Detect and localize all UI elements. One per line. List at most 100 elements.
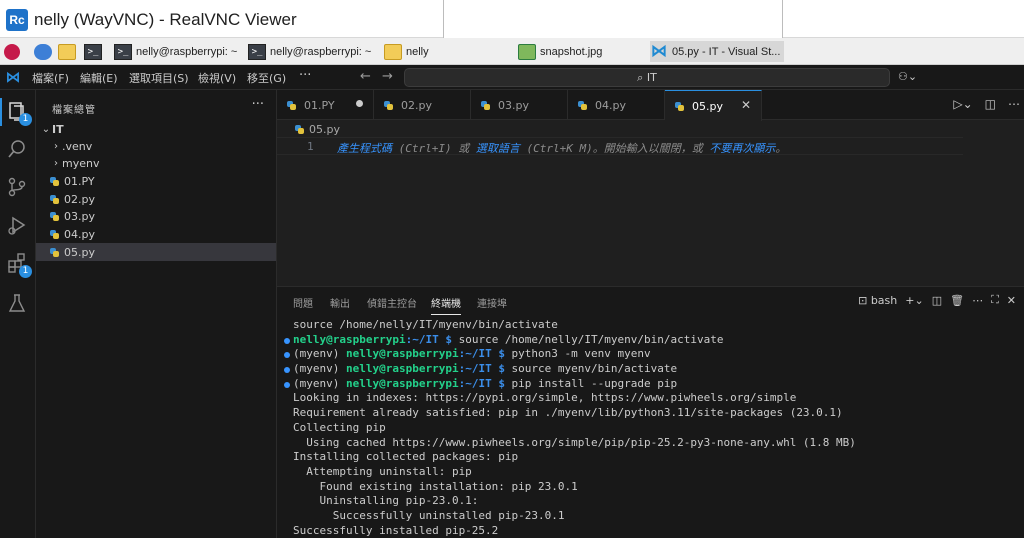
tab-04[interactable]: 04.py [568,90,665,120]
window-title: nelly (WayVNC) - RealVNC Viewer [34,10,297,29]
more-actions-icon[interactable]: ⋯ [972,294,983,307]
browser-launcher[interactable] [34,41,56,62]
unsaved-dot-icon[interactable] [356,100,363,107]
menu-selection[interactable]: 選取項目(S) [129,70,189,86]
tab-label: 04.py [595,98,626,112]
panel-tab-debug-console[interactable]: 偵錯主控台 [367,295,417,310]
close-panel-icon[interactable]: ✕ [1007,294,1016,307]
copilot-icon[interactable]: ⚇⌄ [898,70,917,83]
menu-view[interactable]: 檢視(V) [198,70,236,86]
split-terminal-icon[interactable]: ◫ [932,294,942,307]
search-label: IT [646,71,657,84]
menu-go[interactable]: 移至(G) [247,70,286,86]
back-arrow-icon[interactable]: ← [360,69,371,84]
extensions-icon[interactable]: 1 [6,252,32,278]
raspberry-menu-button[interactable] [4,41,24,62]
command-decoration-icon[interactable] [284,337,290,344]
menu-file[interactable]: 檔案(F) [32,70,69,86]
taskbar-item-vscode[interactable]: ⋈ 05.py - IT - Visual St... [650,41,785,62]
tree-file-03[interactable]: 03.py [36,207,276,225]
forward-arrow-icon[interactable]: → [382,69,393,84]
terminal-launcher[interactable]: >_ [84,41,106,62]
close-icon[interactable]: ✕ [741,98,751,112]
command-decoration-icon[interactable] [284,381,290,388]
dont-show-again-link[interactable]: 不要再次顯示 [709,142,775,155]
terminal-line: (myenv) nelly@raspberrypi:~/IT $ source … [277,362,1024,377]
tab-01[interactable]: 01.PY [277,90,374,120]
terminal-line: Successfully uninstalled pip-23.0.1 [293,508,565,522]
shell-label: bash [870,293,898,307]
python-file-icon [50,176,59,186]
python-file-icon [50,247,59,257]
terminal-icon: >_ [114,43,132,60]
breadcrumb-file: 05.py [309,123,340,136]
taskbar-item-folder[interactable]: nelly [384,41,429,62]
tree-folder-myenv[interactable]: › myenv [36,154,276,172]
python-file-icon [50,229,59,239]
taskbar-item-label: nelly [406,45,429,58]
tree-root-label: IT [52,122,64,136]
folder-icon [384,43,402,60]
active-indicator [0,98,2,126]
panel-tab-terminal[interactable]: 終端機 [431,295,461,315]
realvnc-logo-icon: Rc [6,9,28,31]
python-file-icon [50,194,59,204]
new-terminal-icon[interactable]: +⌄ [905,294,923,307]
panel-tab-ports[interactable]: 連接埠 [477,295,507,310]
panel-tab-output[interactable]: 輸出 [330,295,350,310]
maximize-panel-icon[interactable]: ⛶ [991,293,999,307]
tree-root-folder[interactable]: ⌄ IT [36,120,276,138]
taskbar-item-terminal-2[interactable]: >_ nelly@raspberrypi: ~ [248,41,371,62]
search-icon[interactable] [6,138,30,162]
panel-tab-problems[interactable]: 問題 [293,295,313,310]
tree-file-05[interactable]: 05.py [36,243,276,261]
run-file-icon[interactable]: ▷⌄ [953,97,972,111]
terminal-line: Successfully installed pip-25.2 [293,523,499,537]
select-language-link[interactable]: 選取語言 [476,142,520,155]
tab-02[interactable]: 02.py [374,90,471,120]
source-control-icon[interactable] [6,176,30,200]
vnc-toolbar-dropdown[interactable] [443,0,783,43]
command-decoration-icon[interactable] [284,352,290,359]
tree-folder-label: .venv [62,139,93,153]
command-center-search[interactable]: ⌕ IT [404,68,890,87]
command-decoration-icon[interactable] [284,367,290,374]
explorer-icon[interactable]: 1 [6,100,32,126]
sidebar-more-button[interactable]: ··· [252,97,264,112]
terminal-line: Requirement already satisfied: pip in ./… [293,406,843,420]
taskbar-item-terminal-1[interactable]: >_ nelly@raspberrypi: ~ [114,41,237,62]
file-manager-launcher[interactable] [58,41,80,62]
tree-file-04[interactable]: 04.py [36,225,276,243]
terminal-output[interactable]: source /home/nelly/IT/myenv/bin/activate… [277,318,1024,538]
chevron-right-icon: › [54,140,58,152]
breadcrumb[interactable]: 05.py [295,123,340,136]
search-icon: ⌕ [637,71,647,84]
trash-icon[interactable]: 🗑 [950,294,964,307]
sidebar-title: 檔案總管 [52,105,96,116]
taskbar-item-label: 05.py - IT - Visual St... [672,45,781,58]
terminal-line: Installing collected packages: pip [293,450,519,464]
taskbar-item-image[interactable]: snapshot.jpg [518,41,602,62]
more-actions-icon[interactable]: ⋯ [1008,97,1020,111]
split-editor-icon[interactable]: ◫ [985,97,996,111]
menu-overflow[interactable]: ··· [299,68,311,83]
taskbar-item-label: snapshot.jpg [540,45,603,58]
menu-edit[interactable]: 編輯(E) [80,70,118,86]
generate-code-link[interactable]: 產生程式碼 [337,142,392,155]
vscode-icon: ⋈ [651,42,667,60]
python-file-icon [675,101,684,111]
remote-taskbar: >_ >_ nelly@raspberrypi: ~ >_ nelly@rasp… [0,38,1024,65]
tab-strip: 01.PY 02.py 03.py 04.py 05.py ✕ ▷⌄ ◫ ⋯ [277,90,1024,121]
tree-file-02[interactable]: 02.py [36,190,276,208]
terminal-shell-selector[interactable]: ⊡ bash [858,294,897,307]
testing-flask-icon[interactable] [6,292,30,316]
terminal-line: nelly@raspberrypi:~/IT $ source /home/ne… [277,333,1024,348]
tree-folder-venv[interactable]: › .venv [36,137,276,155]
code-line[interactable]: 1 產生程式碼 (Ctrl+I) 或 選取語言 (Ctrl+K M)。開始輸入以… [277,137,963,155]
run-debug-icon[interactable] [6,214,30,238]
tab-05[interactable]: 05.py ✕ [665,90,762,121]
activity-bar: 1 1 [0,90,36,538]
tab-03[interactable]: 03.py [471,90,568,120]
panel-actions: ⊡ bash +⌄ ◫ 🗑 ⋯ ⛶ ✕ [858,293,1016,307]
tree-file-01[interactable]: 01.PY [36,172,276,190]
